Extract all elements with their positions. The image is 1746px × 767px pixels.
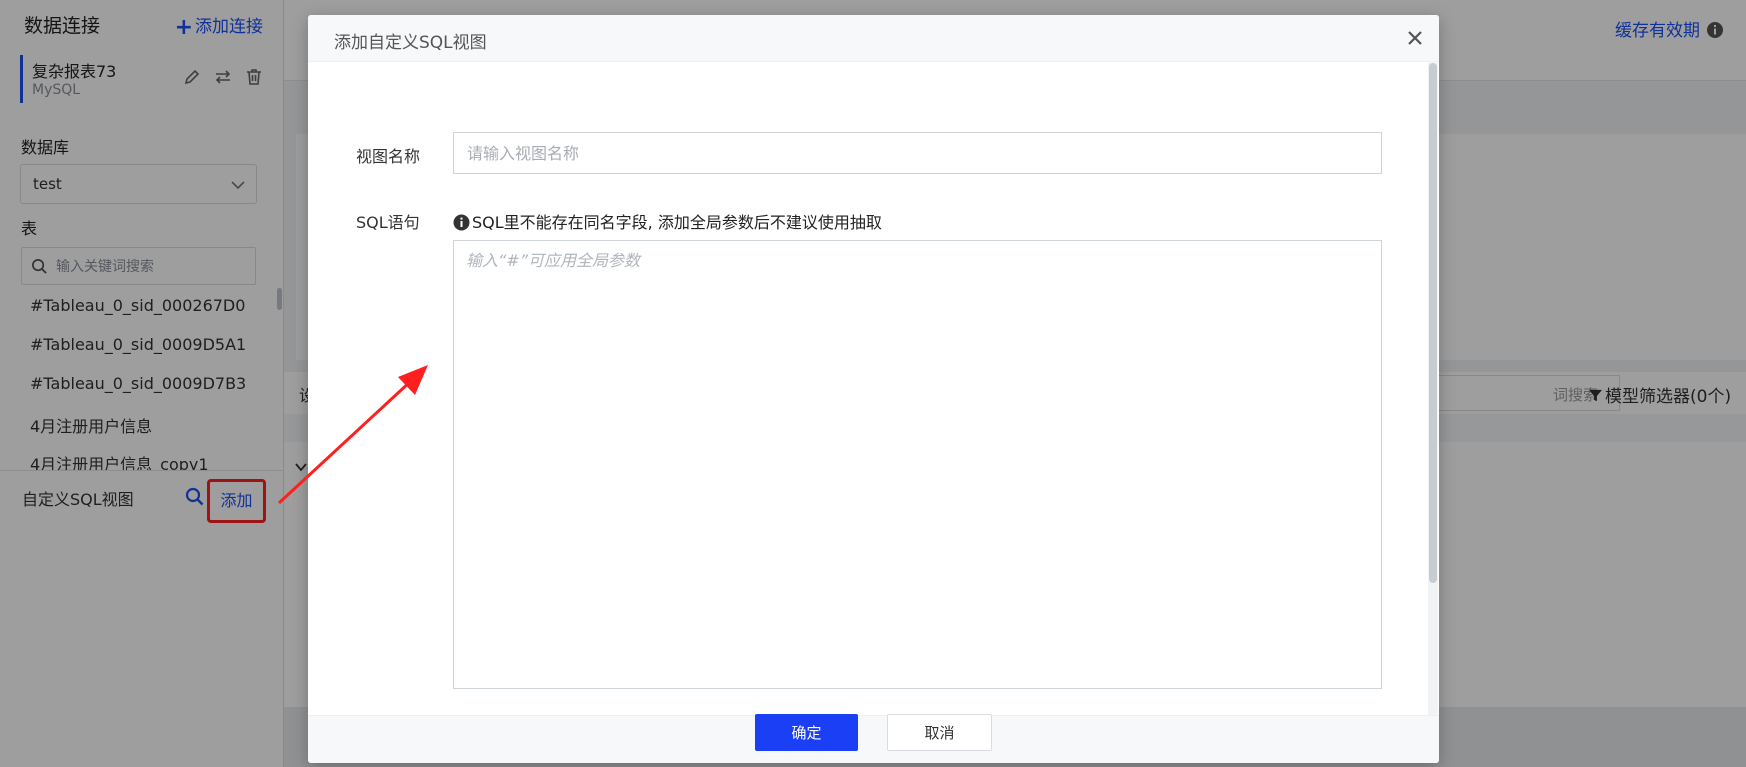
view-name-input[interactable] [453,132,1382,174]
view-name-label: 视图名称 [356,147,421,166]
sql-editor[interactable] [453,240,1382,689]
cancel-button[interactable]: 取消 [887,714,992,751]
dialog-header: 添加自定义SQL视图 [308,15,1439,62]
confirm-button[interactable]: 确定 [755,714,858,751]
app-root: 数据连接 + 添加连接 复杂报表73 MySQL 数据库 test 表 输入关键… [0,0,1746,767]
sql-hint-text: SQL里不能存在同名字段, 添加全局参数后不建议使用抽取 [472,213,882,232]
dialog-title: 添加自定义SQL视图 [334,33,487,53]
close-icon[interactable] [1403,26,1427,50]
add-custom-sql-dialog: 添加自定义SQL视图 视图名称 SQL语句 SQL里不能存在同名字段, 添加全局… [308,15,1439,763]
dialog-scrollbar[interactable] [1429,63,1437,583]
sql-label: SQL语句 [356,213,420,232]
dialog-footer [308,715,1439,763]
sql-hint: SQL里不能存在同名字段, 添加全局参数后不建议使用抽取 [453,209,882,233]
info-icon [453,214,470,231]
